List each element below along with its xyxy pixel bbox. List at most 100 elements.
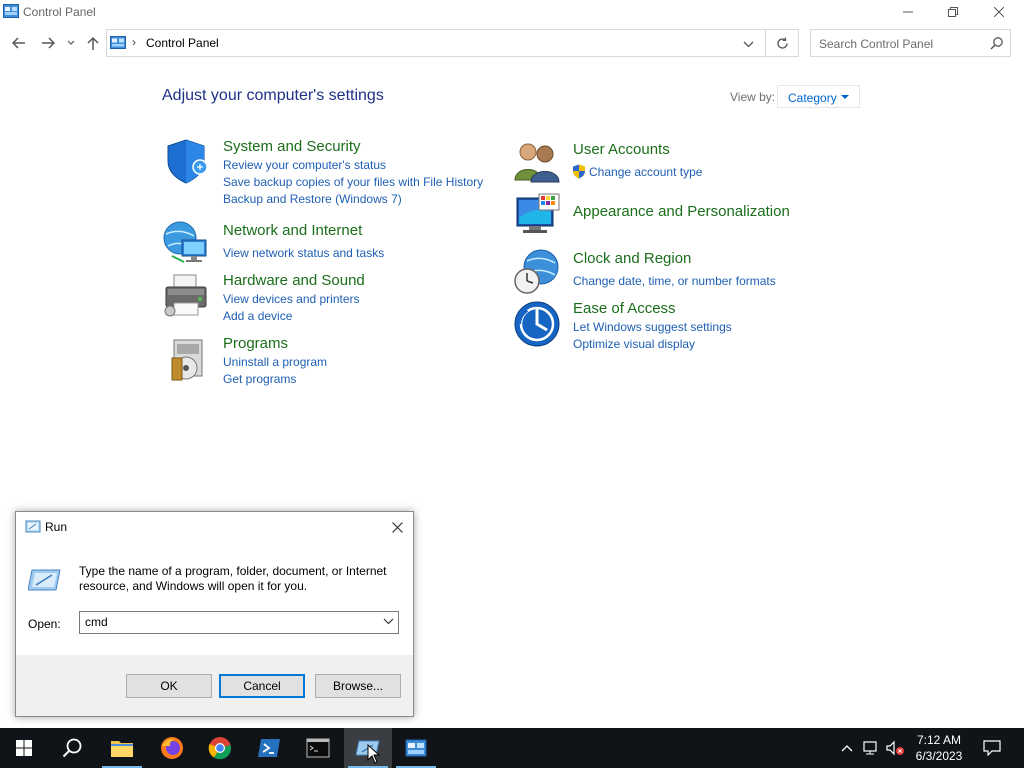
restore-icon [948,7,958,17]
run-title-bar[interactable]: Run [16,512,413,542]
control-panel-icon [3,4,19,18]
chrome-button[interactable] [196,728,244,768]
change-date-time-formats-link[interactable]: Change date, time, or number formats [573,274,776,288]
terminal-icon [306,738,330,758]
file-history-link[interactable]: Save backup copies of your files with Fi… [223,175,483,189]
uac-shield-icon [573,164,585,179]
command-prompt-button[interactable] [294,728,342,768]
view-by-label: View by: [730,90,776,104]
notifications-button[interactable] [980,728,1004,768]
optimize-visual-display-link[interactable]: Optimize visual display [573,337,695,351]
programs-link[interactable]: Programs [223,335,288,352]
show-hidden-icons-button[interactable] [838,728,856,768]
clock-globe-icon [514,249,559,294]
get-programs-link[interactable]: Get programs [223,372,296,386]
run-dialog[interactable]: Run Type the name of a program, folder, … [15,511,414,717]
window-title: Control Panel [23,5,96,19]
view-by-value: Category [788,91,837,105]
search-placeholder: Search Control Panel [819,37,934,51]
arrow-left-icon [12,37,25,49]
uninstall-program-link[interactable]: Uninstall a program [223,355,327,369]
refresh-button[interactable] [765,30,799,56]
ease-of-access-link[interactable]: Ease of Access [573,300,676,317]
open-input[interactable]: cmd [79,611,399,634]
folder-icon [111,741,133,757]
up-button[interactable] [83,33,103,53]
open-input-value: cmd [85,615,108,629]
notification-icon [983,740,1001,756]
title-bar[interactable]: Control Panel [0,0,1024,24]
firefox-icon [161,737,183,759]
run-dialog-message: Type the name of a program, folder, docu… [79,564,387,593]
recent-locations-button[interactable] [62,33,80,53]
system-and-security-link[interactable]: System and Security [223,138,361,155]
start-button[interactable] [0,728,48,768]
view-network-status-link[interactable]: View network status and tasks [223,246,384,260]
address-bar[interactable]: › Control Panel [106,29,799,57]
hardware-and-sound-link[interactable]: Hardware and Sound [223,272,365,289]
change-account-type-link[interactable]: Change account type [589,165,702,179]
view-devices-printers-link[interactable]: View devices and printers [223,292,360,306]
powershell-button[interactable] [245,728,293,768]
network-tray-button[interactable] [860,728,882,768]
powershell-icon [258,739,280,757]
forward-button[interactable] [38,33,58,53]
chevron-down-icon [67,40,75,45]
minimize-button[interactable] [885,0,931,24]
refresh-icon [777,37,788,49]
search-button[interactable] [48,728,96,768]
chevron-down-icon[interactable] [383,618,394,625]
control-panel-icon [405,739,427,757]
add-device-link[interactable]: Add a device [223,309,292,323]
view-by-dropdown[interactable]: Category [777,85,860,108]
search-icon [990,37,1003,50]
open-label: Open: [28,617,61,631]
user-accounts-link[interactable]: User Accounts [573,141,670,158]
ok-button[interactable]: OK [126,674,212,698]
run-dialog-taskbar-button[interactable] [344,728,392,768]
close-icon [994,7,1004,17]
backup-restore-link[interactable]: Backup and Restore (Windows 7) [223,192,402,206]
let-windows-suggest-link[interactable]: Let Windows suggest settings [573,320,732,334]
caret-down-icon [841,95,849,99]
network-globe-icon [163,221,207,263]
breadcrumb[interactable]: Control Panel [146,36,219,50]
chrome-icon [208,737,232,760]
volume-muted-icon [886,740,904,756]
control-panel-taskbar-button[interactable] [392,728,440,768]
clock-time: 7:12 AM [916,733,962,747]
run-program-icon [28,569,61,591]
close-button[interactable] [976,0,1022,24]
mouse-cursor-icon [367,744,381,764]
network-icon [863,741,877,755]
cancel-button[interactable]: Cancel [219,674,305,698]
windows-logo-icon [16,740,32,756]
network-and-internet-link[interactable]: Network and Internet [223,222,362,239]
restore-button[interactable] [930,0,976,24]
taskbar: 7:12 AM 6/3/2023 [0,728,1024,768]
back-button[interactable] [9,33,29,53]
page-title: Adjust your computer's settings [162,87,384,104]
arrow-right-icon [42,37,55,49]
taskbar-clock[interactable]: 7:12 AM 6/3/2023 [906,732,972,764]
review-computer-status-link[interactable]: Review your computer's status [223,158,386,172]
shield-icon [167,139,208,184]
ease-of-access-icon [514,301,560,347]
arrow-up-icon [87,36,99,50]
breadcrumb-separator[interactable]: › [132,35,136,49]
search-input[interactable]: Search Control Panel [810,29,1011,57]
file-explorer-button[interactable] [98,728,146,768]
minimize-icon [903,11,913,13]
browse-button[interactable]: Browse... [315,674,401,698]
address-history-dropdown[interactable] [737,35,759,53]
appearance-personalization-link[interactable]: Appearance and Personalization [573,203,790,220]
clock-and-region-link[interactable]: Clock and Region [573,250,691,267]
volume-tray-button[interactable] [884,728,906,768]
run-dialog-body: Type the name of a program, folder, docu… [16,542,413,655]
clock-date: 6/3/2023 [915,749,963,763]
run-close-button[interactable] [386,517,408,537]
firefox-button[interactable] [148,728,196,768]
run-icon [25,520,41,533]
run-dialog-title: Run [45,520,68,534]
chevron-up-icon [841,745,853,752]
